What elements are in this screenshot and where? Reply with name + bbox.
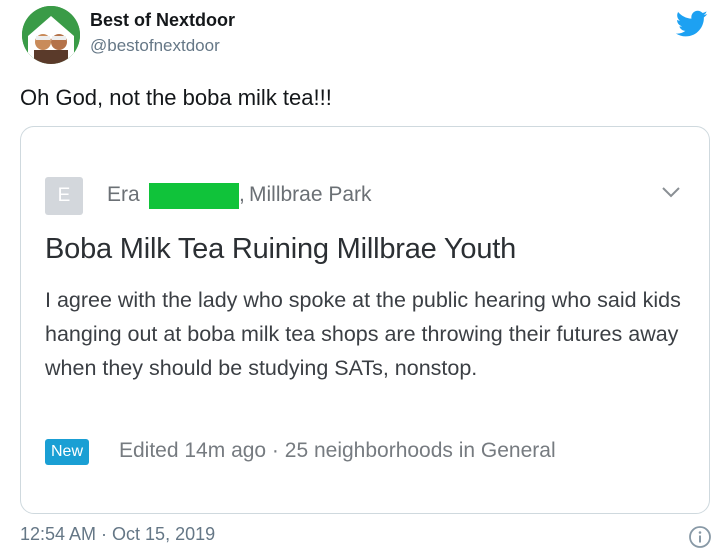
info-icon[interactable] [688,525,712,549]
tweet-text: Oh God, not the boba milk tea!!! [20,85,332,110]
user-handle[interactable]: @bestofnextdoor [90,36,220,56]
post-author-name[interactable]: Era [107,183,140,207]
post-title: Boba Milk Tea Ruining Millbrae Youth [45,233,517,265]
new-badge: New [45,439,90,465]
author-separator: , [239,183,245,206]
tweet: Best of Nextdoor @bestofnextdoor Oh God,… [0,0,728,560]
tweet-timestamp[interactable]: 12:54 AM · Oct 15, 2019 [20,524,215,545]
chevron-down-icon[interactable] [661,185,681,199]
display-name[interactable]: Best of Nextdoor [90,10,235,31]
embedded-post-card[interactable]: E Era , Millbrae Park Boba Milk Tea Ruin… [20,126,710,514]
post-body: I agree with the lady who spoke at the p… [45,288,681,380]
post-meta: Edited 14m ago · 25 neighborhoods in Gen… [119,439,556,462]
profile-avatar[interactable] [22,6,80,64]
post-neighborhood[interactable]: Millbrae Park [249,183,372,207]
post-author-avatar[interactable]: E [45,177,83,215]
twitter-bird-icon[interactable] [676,10,708,38]
redaction-block [149,183,239,209]
